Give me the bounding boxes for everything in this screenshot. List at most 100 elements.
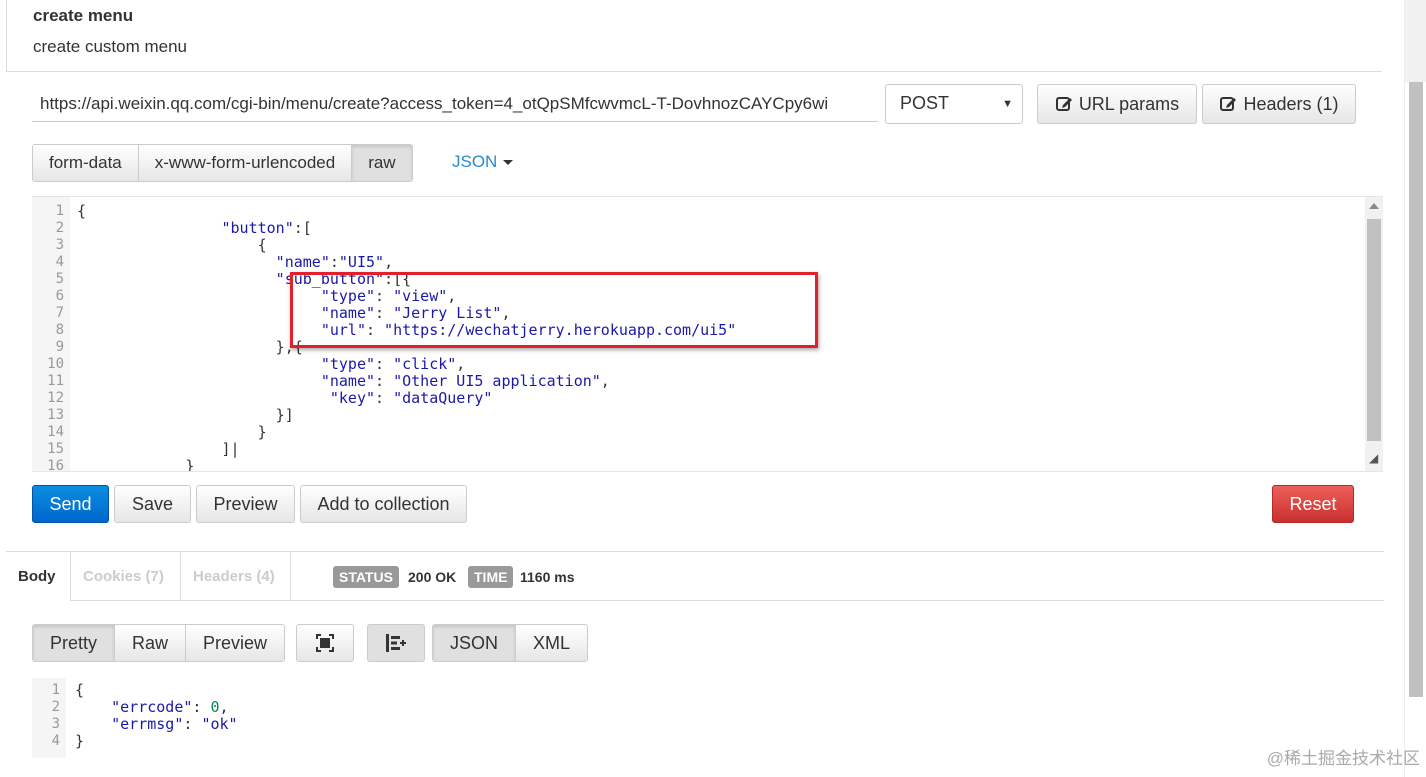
line-number-gutter: 1 2 3 4 5 6 7 8 9 10 11 12 13 14 15 16 bbox=[32, 197, 70, 471]
code-token: "button" bbox=[77, 219, 294, 237]
status-badge: STATUS bbox=[333, 566, 399, 588]
preview-button[interactable]: Preview bbox=[196, 485, 295, 523]
fullscreen-icon bbox=[316, 634, 334, 652]
send-button[interactable]: Send bbox=[32, 485, 109, 523]
editor-scrollbar-thumb[interactable] bbox=[1367, 219, 1381, 441]
code-line: "type": "click", bbox=[77, 356, 736, 373]
code-token: :[ bbox=[293, 219, 312, 237]
code-token: { bbox=[77, 236, 267, 254]
caret-down-icon: ▼ bbox=[1002, 98, 1013, 110]
code-line: { bbox=[77, 237, 736, 254]
scroll-up-arrow-icon[interactable] bbox=[1369, 203, 1379, 209]
line-number: 15 bbox=[47, 441, 64, 457]
watermark: @稀土掘金技术社区 bbox=[1266, 749, 1420, 768]
tab-response-cookies[interactable]: Cookies (7) bbox=[70, 552, 181, 601]
line-number: 3 bbox=[51, 716, 60, 732]
response-view-tabs: Pretty Raw Preview bbox=[32, 624, 286, 662]
page-scrollbar-thumb[interactable] bbox=[1409, 82, 1423, 697]
code-token: "errmsg" bbox=[75, 715, 184, 733]
code-token: , bbox=[219, 698, 229, 716]
headers-label: Headers (1) bbox=[1243, 93, 1339, 114]
code-token: } bbox=[75, 732, 85, 750]
save-button[interactable]: Save bbox=[114, 485, 191, 523]
body-format-dropdown[interactable]: JSON bbox=[452, 152, 514, 172]
time-value: 1160 ms bbox=[520, 569, 575, 585]
tab-form-data[interactable]: form-data bbox=[33, 145, 139, 181]
wrap-lines-button[interactable] bbox=[367, 624, 425, 662]
time-badge: TIME bbox=[468, 566, 514, 588]
code-token: "ok" bbox=[201, 715, 238, 733]
response-format-tabs: JSON XML bbox=[432, 624, 589, 662]
tab-x-www-form-urlencoded[interactable]: x-www-form-urlencoded bbox=[138, 145, 353, 181]
code-token: { bbox=[77, 202, 87, 220]
line-number: 3 bbox=[55, 237, 64, 253]
code-line: "key": "dataQuery" bbox=[77, 390, 736, 407]
request-description: create custom menu bbox=[33, 37, 188, 56]
line-number: 7 bbox=[55, 305, 64, 321]
tab-pretty[interactable]: Pretty bbox=[33, 625, 116, 661]
code-line: } bbox=[77, 424, 736, 441]
code-line: "errcode": 0, bbox=[75, 699, 238, 716]
code-token: : bbox=[375, 372, 394, 390]
code-line: } bbox=[77, 458, 736, 472]
code-token: "name" bbox=[77, 253, 330, 271]
line-number: 12 bbox=[47, 390, 64, 406]
body-format-label: JSON bbox=[452, 152, 498, 171]
reset-button[interactable]: Reset bbox=[1272, 485, 1354, 523]
code-token: { bbox=[75, 681, 85, 699]
code-line: } bbox=[75, 733, 238, 750]
code-token: "click" bbox=[393, 355, 457, 373]
tab-format-xml[interactable]: XML bbox=[516, 625, 588, 661]
code-token: "name" bbox=[77, 372, 376, 390]
code-line: "errmsg": "ok" bbox=[75, 715, 238, 733]
line-number: 4 bbox=[55, 254, 64, 270]
headers-button[interactable]: Headers (1) bbox=[1202, 84, 1356, 124]
response-body-viewer[interactable]: 1234 { "errcode": 0, "errmsg": "ok"} bbox=[32, 678, 732, 758]
tab-raw-response[interactable]: Raw bbox=[115, 625, 187, 661]
page-scrollbar-track bbox=[1405, 0, 1426, 82]
line-number: 14 bbox=[47, 424, 64, 440]
code-line: }] bbox=[77, 407, 736, 424]
code-token: ]| bbox=[77, 440, 240, 458]
url-params-label: URL params bbox=[1078, 93, 1180, 114]
code-line: ]| bbox=[77, 441, 736, 458]
line-number: 2 bbox=[55, 220, 64, 236]
method-select[interactable]: POST ▼ bbox=[885, 84, 1023, 124]
edit-icon bbox=[1055, 97, 1072, 111]
line-number: 1 bbox=[51, 682, 60, 698]
code-token: : bbox=[375, 355, 394, 373]
code-token: 0 bbox=[210, 698, 220, 716]
code-token: }] bbox=[77, 406, 294, 424]
line-number: 4 bbox=[51, 733, 60, 749]
url-params-button[interactable]: URL params bbox=[1037, 84, 1197, 124]
response-header-bar: Body Cookies (7) Headers (4) STATUS 200 … bbox=[6, 551, 1384, 601]
tab-preview-response[interactable]: Preview bbox=[186, 625, 285, 661]
resize-grip-icon[interactable]: ◢ bbox=[1369, 451, 1378, 465]
add-to-collection-button[interactable]: Add to collection bbox=[300, 485, 467, 523]
code-token: "errcode" bbox=[75, 698, 193, 716]
edit-icon bbox=[1220, 97, 1237, 111]
page-scrollbar[interactable] bbox=[1404, 0, 1426, 777]
line-number: 9 bbox=[55, 339, 64, 355]
tab-raw[interactable]: raw bbox=[352, 145, 412, 181]
code-token: "type" bbox=[77, 355, 376, 373]
code-token: : bbox=[192, 698, 211, 716]
tab-response-body[interactable]: Body bbox=[6, 552, 70, 601]
wrap-lines-icon bbox=[386, 634, 406, 652]
line-number: 2 bbox=[51, 699, 60, 715]
tab-response-headers[interactable]: Headers (4) bbox=[181, 552, 291, 601]
code-token: "key" bbox=[77, 389, 376, 407]
fullscreen-button[interactable] bbox=[296, 624, 354, 662]
code-line: "name": "Other UI5 application", bbox=[77, 373, 736, 390]
response-body-code: { "errcode": 0, "errmsg": "ok"} bbox=[75, 682, 238, 750]
code-token: "UI5" bbox=[338, 253, 385, 271]
request-header: create menu create custom menu bbox=[6, 0, 1382, 72]
editor-scrollbar[interactable]: ◢ bbox=[1365, 197, 1383, 471]
code-token: },{ bbox=[77, 338, 303, 356]
code-line: { bbox=[77, 203, 736, 220]
tab-format-json[interactable]: JSON bbox=[433, 625, 517, 661]
line-number: 13 bbox=[47, 407, 64, 423]
url-input[interactable] bbox=[32, 86, 878, 122]
response-line-number-gutter: 1234 bbox=[32, 678, 66, 758]
line-number: 10 bbox=[47, 356, 64, 372]
